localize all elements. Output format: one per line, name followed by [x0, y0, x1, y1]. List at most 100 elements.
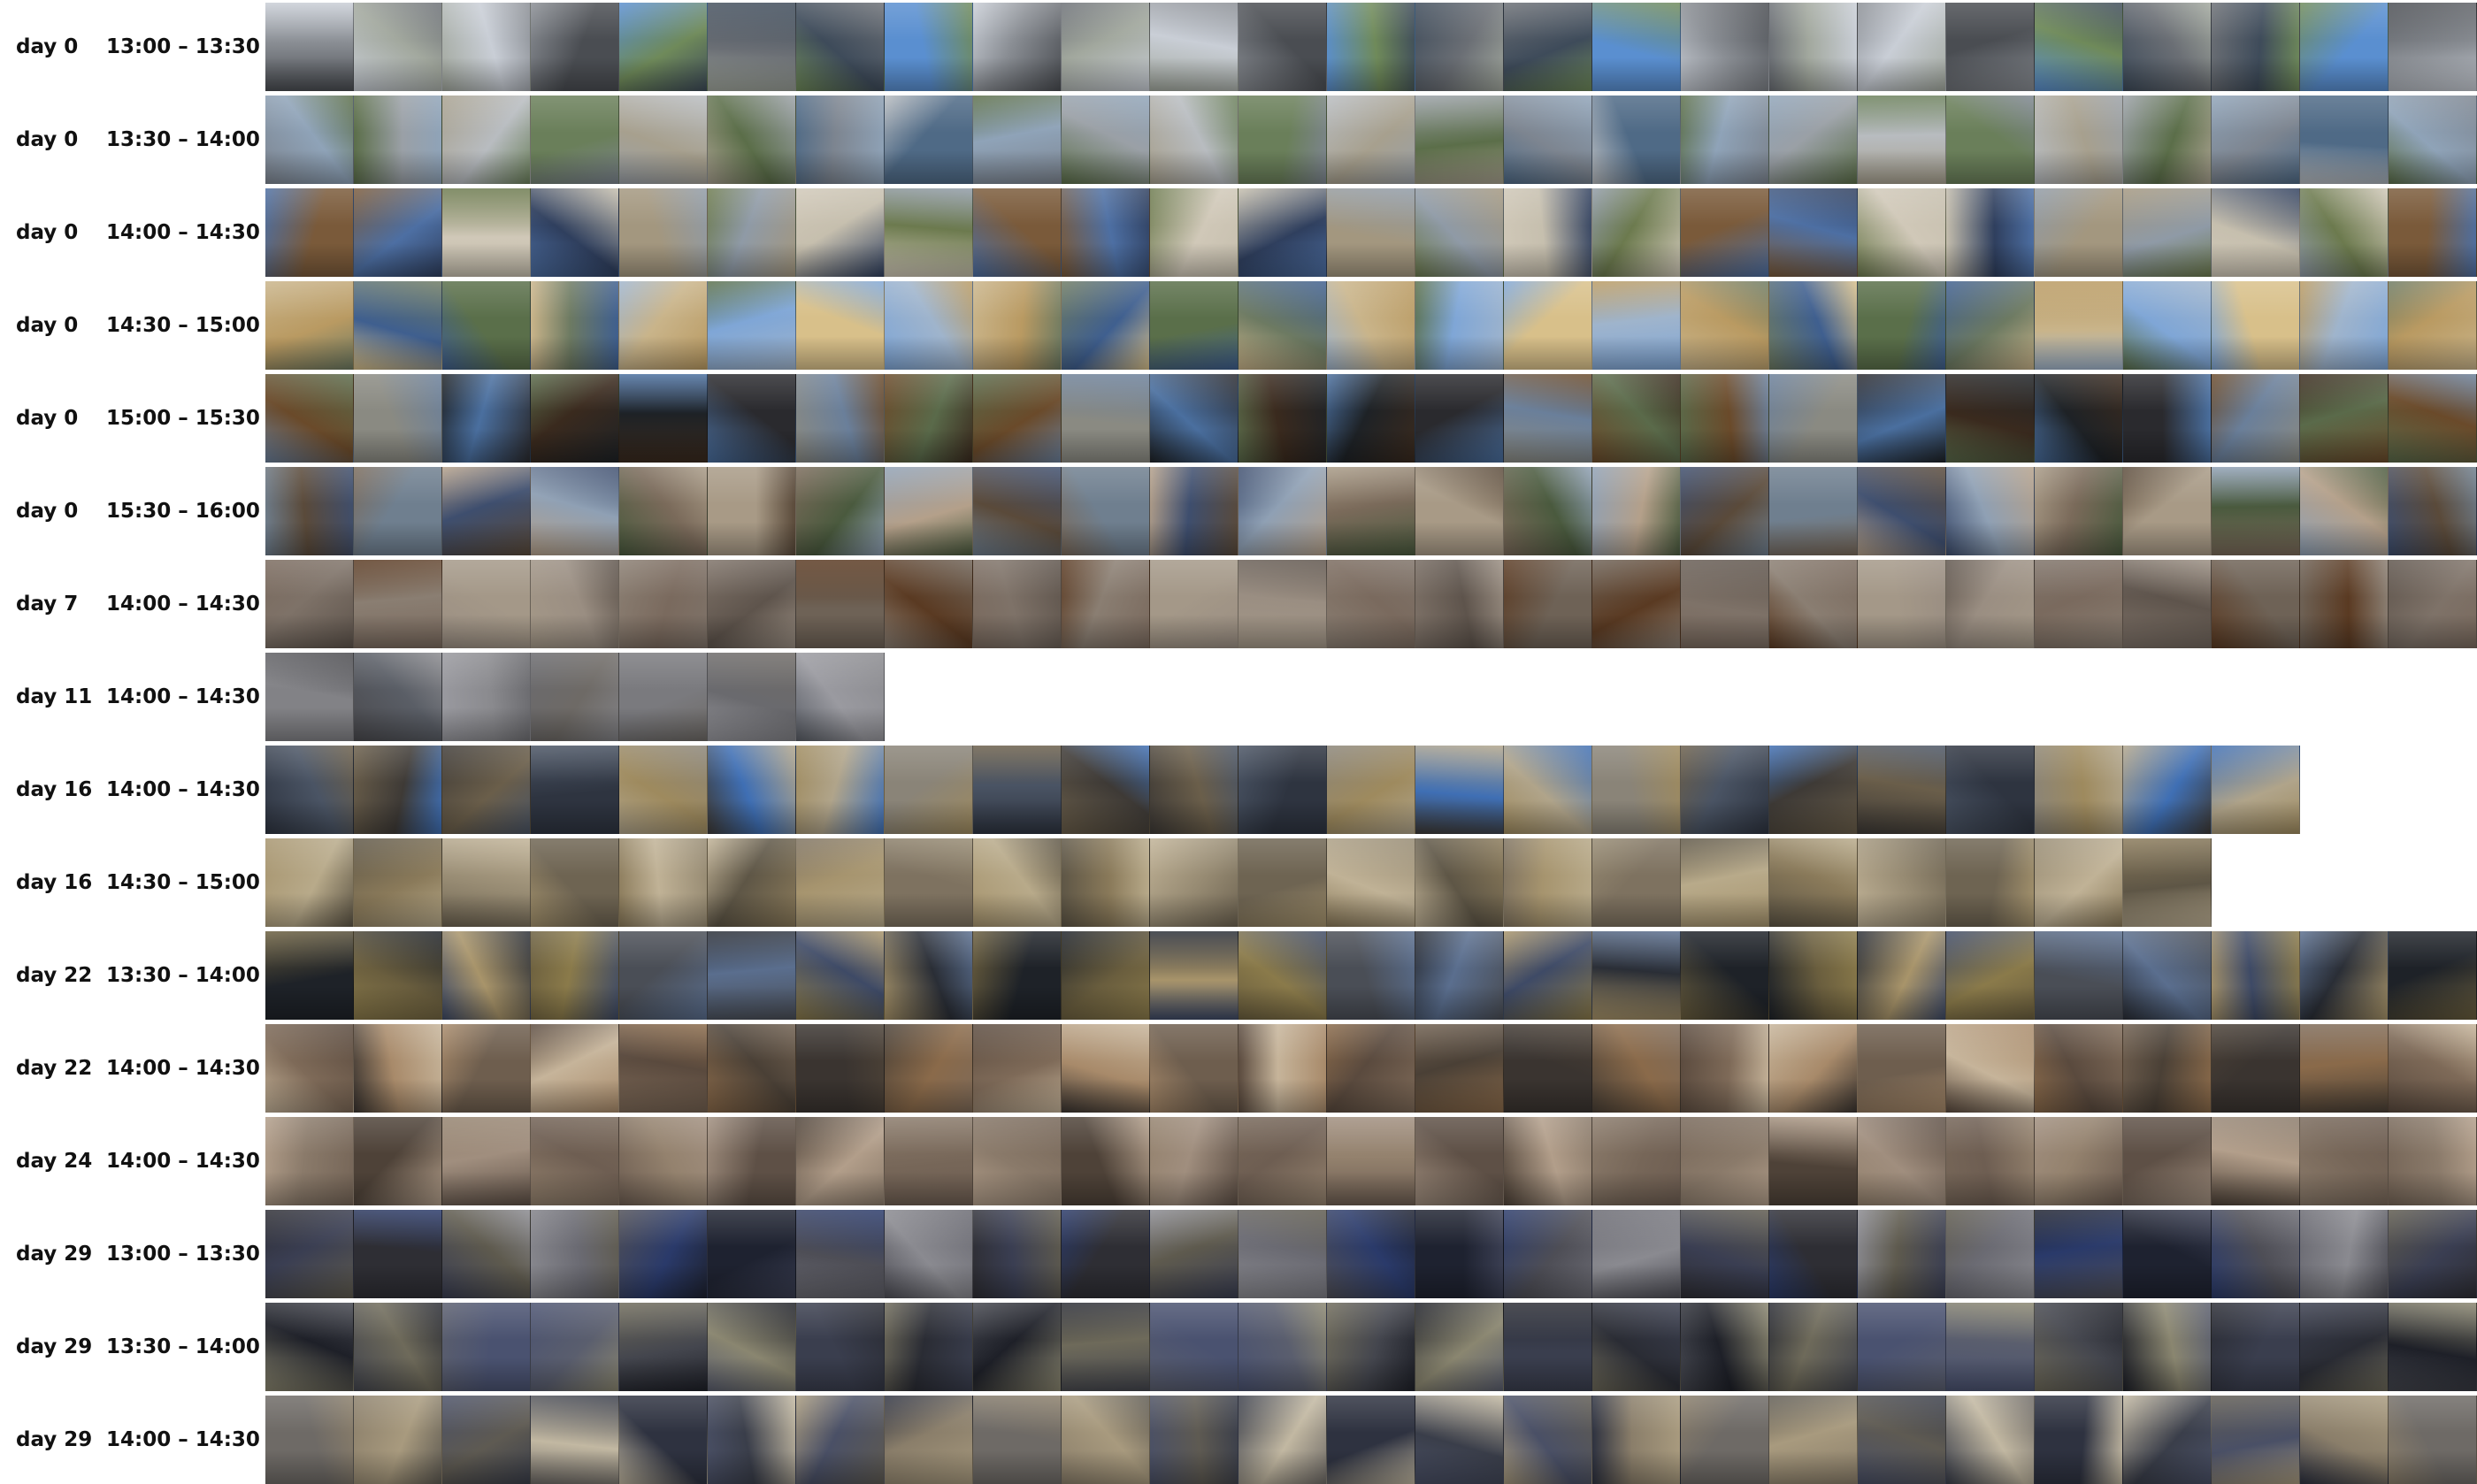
video-frame-thumbnail: [885, 188, 973, 277]
video-frame-thumbnail: [2300, 931, 2389, 1020]
video-frame-thumbnail: [1858, 467, 1946, 555]
video-frame-thumbnail: [2035, 1396, 2123, 1484]
video-frame-thumbnail: [2300, 374, 2389, 463]
video-frame-thumbnail: [1592, 96, 1681, 184]
video-frame-thumbnail: [442, 1210, 531, 1298]
video-frame-thumbnail: [1681, 3, 1769, 91]
video-frame-thumbnail: [1592, 746, 1681, 834]
video-frame-thumbnail: [2300, 1117, 2389, 1205]
video-frame-thumbnail: [2212, 188, 2300, 277]
day-label: day 24: [16, 1150, 93, 1173]
timeline-row: day 22 14:00 – 14:30: [0, 1024, 2477, 1113]
video-frame-thumbnail: [2123, 838, 2212, 927]
video-frame-thumbnail: [1858, 1303, 1946, 1391]
video-frame-thumbnail: [973, 467, 1062, 555]
timeline-row: day 16 14:30 – 15:00: [0, 838, 2477, 927]
video-frame-thumbnail: [708, 838, 796, 927]
video-frame-thumbnail: [2300, 467, 2389, 555]
video-frame-thumbnail: [265, 1024, 354, 1113]
video-frame-thumbnail: [1327, 746, 1415, 834]
video-frame-thumbnail: [1769, 838, 1858, 927]
video-frame-thumbnail: [1681, 1117, 1769, 1205]
video-frame-thumbnail: [1062, 96, 1150, 184]
video-frame-thumbnail: [1769, 374, 1858, 463]
video-frame-thumbnail: [1681, 1396, 1769, 1484]
video-frame-thumbnail: [796, 374, 885, 463]
video-frame-thumbnail: [531, 1210, 619, 1298]
video-frame-thumbnail: [619, 281, 708, 370]
video-frame-thumbnail: [1327, 96, 1415, 184]
video-frame-thumbnail: [2212, 746, 2300, 834]
video-frame-thumbnail: [2212, 1396, 2300, 1484]
time-range-label: 13:00 – 13:30: [106, 1243, 260, 1266]
video-frame-thumbnail: [1769, 96, 1858, 184]
video-frame-thumbnail: [708, 746, 796, 834]
video-frame-thumbnail: [973, 281, 1062, 370]
video-frame-thumbnail: [1946, 374, 2035, 463]
video-frame-thumbnail: [885, 1303, 973, 1391]
video-frame-thumbnail: [531, 653, 619, 741]
video-frame-thumbnail: [1592, 1210, 1681, 1298]
video-frame-thumbnail: [973, 1210, 1062, 1298]
video-frame-thumbnail: [354, 3, 442, 91]
video-frame-thumbnail: [796, 838, 885, 927]
video-frame-thumbnail: [531, 746, 619, 834]
video-frame-thumbnail: [531, 3, 619, 91]
video-frame-thumbnail: [796, 1024, 885, 1113]
video-frame-thumbnail: [796, 281, 885, 370]
video-frame-thumbnail: [885, 746, 973, 834]
video-frame-thumbnail: [1327, 1024, 1415, 1113]
video-frame-thumbnail: [2389, 467, 2477, 555]
video-frame-thumbnail: [1946, 931, 2035, 1020]
video-frame-thumbnail: [265, 3, 354, 91]
video-frame-thumbnail: [1504, 1396, 1592, 1484]
video-frame-thumbnail: [531, 467, 619, 555]
video-frame-thumbnail: [619, 1303, 708, 1391]
video-frame-thumbnail: [1238, 1117, 1327, 1205]
video-frame-thumbnail: [1681, 1303, 1769, 1391]
video-frame-thumbnail: [1946, 1117, 2035, 1205]
video-frame-thumbnail: [265, 188, 354, 277]
timeline-row: day 16 14:00 – 14:30: [0, 746, 2477, 834]
video-frame-thumbnail: [354, 281, 442, 370]
video-frame-thumbnail: [2123, 1210, 2212, 1298]
video-frame-thumbnail: [1415, 1210, 1504, 1298]
video-frame-thumbnail: [885, 374, 973, 463]
video-frame-thumbnail: [354, 653, 442, 741]
video-frame-thumbnail: [1592, 931, 1681, 1020]
video-frame-thumbnail: [1415, 838, 1504, 927]
time-range-label: 14:30 – 15:00: [106, 314, 260, 337]
video-frame-thumbnail: [1504, 838, 1592, 927]
video-frame-thumbnail: [1150, 467, 1238, 555]
video-frame-thumbnail: [1769, 1210, 1858, 1298]
video-frame-thumbnail: [2123, 3, 2212, 91]
video-frame-thumbnail: [708, 467, 796, 555]
video-frame-thumbnail: [442, 653, 531, 741]
day-label: day 7: [16, 593, 79, 616]
video-frame-thumbnail: [619, 560, 708, 648]
video-frame-thumbnail: [2035, 560, 2123, 648]
time-range-label: 14:00 – 14:30: [106, 1428, 260, 1451]
video-frame-thumbnail: [2389, 3, 2477, 91]
video-frame-thumbnail: [1238, 281, 1327, 370]
video-frame-thumbnail: [1150, 188, 1238, 277]
video-frame-thumbnail: [796, 746, 885, 834]
video-frame-thumbnail: [2035, 96, 2123, 184]
video-frame-thumbnail: [1769, 1117, 1858, 1205]
video-frame-thumbnail: [442, 281, 531, 370]
video-frame-thumbnail: [885, 96, 973, 184]
video-frame-thumbnail: [2389, 374, 2477, 463]
video-frame-thumbnail: [2389, 1210, 2477, 1298]
video-frame-thumbnail: [2035, 467, 2123, 555]
video-frame-thumbnail: [531, 188, 619, 277]
video-frame-thumbnail: [1504, 96, 1592, 184]
video-frame-thumbnail: [2300, 188, 2389, 277]
video-frame-thumbnail: [973, 931, 1062, 1020]
video-frame-thumbnail: [1681, 931, 1769, 1020]
video-frame-thumbnail: [265, 1117, 354, 1205]
time-range-label: 14:00 – 14:30: [106, 1150, 260, 1173]
video-frame-thumbnail: [1504, 931, 1592, 1020]
video-frame-thumbnail: [1681, 1210, 1769, 1298]
video-frame-thumbnail: [2123, 931, 2212, 1020]
day-label: day 11: [16, 685, 93, 708]
